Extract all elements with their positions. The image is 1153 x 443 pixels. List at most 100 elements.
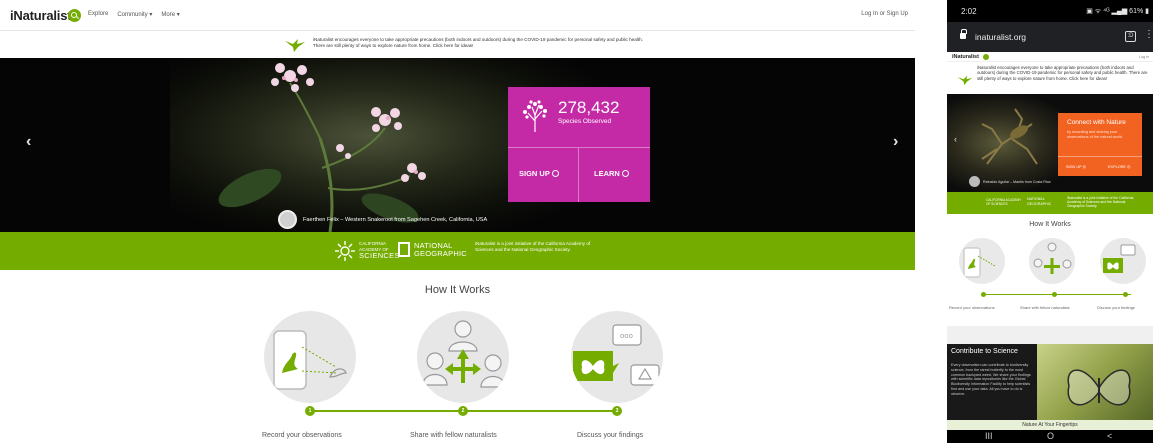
home-button[interactable]: O xyxy=(1047,431,1054,442)
step-share-illustration xyxy=(417,311,509,403)
address-field[interactable]: inaturalist.org xyxy=(975,32,1026,42)
covid-notice: iNaturalist encourages everyone to take … xyxy=(0,31,915,58)
nav-more[interactable]: More ▾ xyxy=(161,11,179,18)
step-dot-3: 3 xyxy=(612,406,622,416)
mobile-cas-logo[interactable]: CALIFORNIA ACADEMY OF SCIENCES xyxy=(986,198,1022,206)
step-record-illustration xyxy=(264,311,356,403)
science-title: Contribute to Science xyxy=(951,348,1018,355)
species-label: Species Observed xyxy=(558,118,612,125)
mobile-step-record xyxy=(959,238,1005,284)
mobile-top-nav: iNaturalist Log In xyxy=(947,52,1153,62)
learn-button[interactable]: LEARN xyxy=(579,147,650,202)
mobile-how-title: How It Works xyxy=(1029,221,1071,228)
phone-caterpillar-icon xyxy=(273,330,347,390)
mantis-photo-art xyxy=(981,108,1038,165)
nav-links: Explore Community ▾ More ▾ xyxy=(88,11,180,18)
section-separator xyxy=(947,326,1153,344)
discuss-butterfly-icon: ooo xyxy=(573,324,660,386)
natgeo-logo[interactable]: NATIONAL GEOGRAPHIC xyxy=(414,242,467,258)
carousel-prev-arrow[interactable]: ‹ xyxy=(26,133,31,151)
people-share-icon xyxy=(422,320,506,388)
mobile-step-discuss xyxy=(1100,238,1146,284)
mobile-steps-timeline xyxy=(983,294,1131,295)
mobile-step-dot-3 xyxy=(1123,292,1128,297)
mobile-screenshot: 2:02 ▣ ᯤ ⁴ᴳ ▂▄▆ 61% ▮ inaturalist.org :D… xyxy=(947,0,1153,443)
sign-up-label: SIGN UP xyxy=(519,169,550,178)
mobile-discuss-butterfly-icon xyxy=(1103,244,1136,273)
connect-buttons: SIGN UP ◎ EXPLORE ◎ xyxy=(1058,156,1142,176)
mobile-partner-note: iNaturalist is a joint initiative of the… xyxy=(1067,196,1134,209)
mobile-phone-caterpillar-icon xyxy=(963,247,996,278)
mobile-login-link[interactable]: Log In xyxy=(1139,55,1149,59)
mobile-search-icon[interactable] xyxy=(983,54,989,60)
species-stat: 278,432 Species Observed xyxy=(508,87,650,147)
back-button[interactable]: < xyxy=(1107,431,1112,442)
search-icon[interactable] xyxy=(68,9,81,22)
lock-icon xyxy=(960,29,967,39)
species-stat-box: 278,432 Species Observed SIGN UP LEARN xyxy=(508,87,650,202)
mobile-natgeo-logo[interactable]: NATIONAL GEOGRAPHIC xyxy=(1027,197,1061,206)
mobile-partners-bar: CALIFORNIA ACADEMY OF SCIENCES NATIONAL … xyxy=(947,192,1153,214)
mobile-observer-avatar[interactable] xyxy=(969,176,980,187)
tab-switcher-button[interactable]: :D xyxy=(1125,31,1136,42)
connect-title: Connect with Nature xyxy=(1067,119,1126,126)
connect-nature-box: Connect with Nature by recording and sha… xyxy=(1058,113,1142,176)
bird-icon xyxy=(285,39,305,52)
mobile-covid-notice-text[interactable]: iNaturalist encourages everyone to take … xyxy=(977,65,1149,81)
mobile-step-dot-1 xyxy=(981,292,986,297)
flower-photo-art xyxy=(218,63,426,232)
glasswing-butterfly-art xyxy=(1067,369,1131,406)
status-time: 2:02 xyxy=(961,7,977,16)
browser-menu-icon[interactable]: ⋮ xyxy=(1144,30,1153,40)
step-dot-2: 2 xyxy=(458,406,468,416)
partners-bar: CALIFORNIA ACADEMY OF SCIENCES NATIONAL … xyxy=(0,232,915,270)
mobile-people-share-icon xyxy=(1033,242,1072,274)
cas-logo[interactable]: CALIFORNIA ACADEMY OF SCIENCES xyxy=(359,241,399,260)
mobile-step-dot-2 xyxy=(1052,292,1057,297)
mobile-step-label-1: Record your observations xyxy=(949,305,995,310)
how-it-works-title: How It Works xyxy=(424,284,491,296)
status-icons: ▣ ᯤ ⁴ᴳ ▂▄▆ 61% ▮ xyxy=(1086,8,1149,15)
svg-text:ooo: ooo xyxy=(620,332,633,340)
learn-label: LEARN xyxy=(594,169,620,178)
observer-avatar[interactable] xyxy=(278,210,297,229)
mobile-prev-arrow[interactable]: ‹ xyxy=(954,134,957,144)
sign-up-button[interactable]: SIGN UP xyxy=(508,147,579,202)
mobile-bird-icon xyxy=(957,75,973,86)
nav-explore[interactable]: Explore xyxy=(88,11,108,18)
recent-apps-button[interactable]: III xyxy=(985,431,993,442)
android-nav-bar: III O < xyxy=(947,430,1153,443)
carousel-next-arrow[interactable]: › xyxy=(893,133,898,151)
mobile-covid-notice: iNaturalist encourages everyone to take … xyxy=(947,62,1153,94)
cas-sun-logo-icon xyxy=(335,241,355,261)
species-count: 278,432 xyxy=(558,98,620,117)
circle-arrow-icon xyxy=(551,170,559,177)
desktop-page: iNaturalist Explore Community ▾ More ▾ L… xyxy=(0,0,915,443)
natgeo-frame-icon xyxy=(398,242,410,257)
connect-subtitle: by recording and sharing your observatio… xyxy=(1067,130,1122,139)
mobile-explore-button[interactable]: EXPLORE ◎ xyxy=(1108,164,1130,169)
hero-carousel: ‹ › 278,432 Species Observed SIGN UP LEA… xyxy=(0,58,915,232)
mobile-step-label-3: Discuss your findings xyxy=(1097,305,1135,310)
mobile-signup-button[interactable]: SIGN UP ◎ xyxy=(1066,164,1086,169)
photo-credit[interactable]: Faerthen Felix – Western Snakeroot from … xyxy=(303,217,487,223)
login-signup-link[interactable]: Log In or Sign Up xyxy=(861,11,908,17)
browser-url-bar: inaturalist.org :D ⋮ xyxy=(947,22,1153,52)
cas-big: SCIENCES xyxy=(359,251,400,260)
top-nav: iNaturalist Explore Community ▾ More ▾ L… xyxy=(0,0,915,31)
covid-notice-text[interactable]: iNaturalist encourages everyone to take … xyxy=(313,37,643,49)
mobile-step-label-2: Share with fellow naturalists xyxy=(1020,305,1070,310)
nature-fingertips-banner: Nature At Your Fingertips xyxy=(947,420,1153,430)
step-dot-1: 1 xyxy=(305,406,315,416)
nav-community[interactable]: Community ▾ xyxy=(117,11,152,18)
mobile-logo[interactable]: iNaturalist xyxy=(952,54,979,60)
step-label-discuss: Discuss your findings xyxy=(577,432,644,439)
mobile-hero: ‹ Connect with Nature by recording and s… xyxy=(947,94,1153,192)
step-label-record: Record your observations xyxy=(262,432,342,439)
step-discuss-illustration: ooo xyxy=(571,311,663,403)
tree-icon xyxy=(523,100,547,132)
inaturalist-logo[interactable]: iNaturalist xyxy=(10,8,72,23)
science-text: Every observation can contribute to biod… xyxy=(951,363,1031,396)
mobile-step-share xyxy=(1029,238,1075,284)
mobile-photo-credit[interactable]: Reinaldo Aguilar – Mantis from Costa Ric… xyxy=(983,180,1051,184)
